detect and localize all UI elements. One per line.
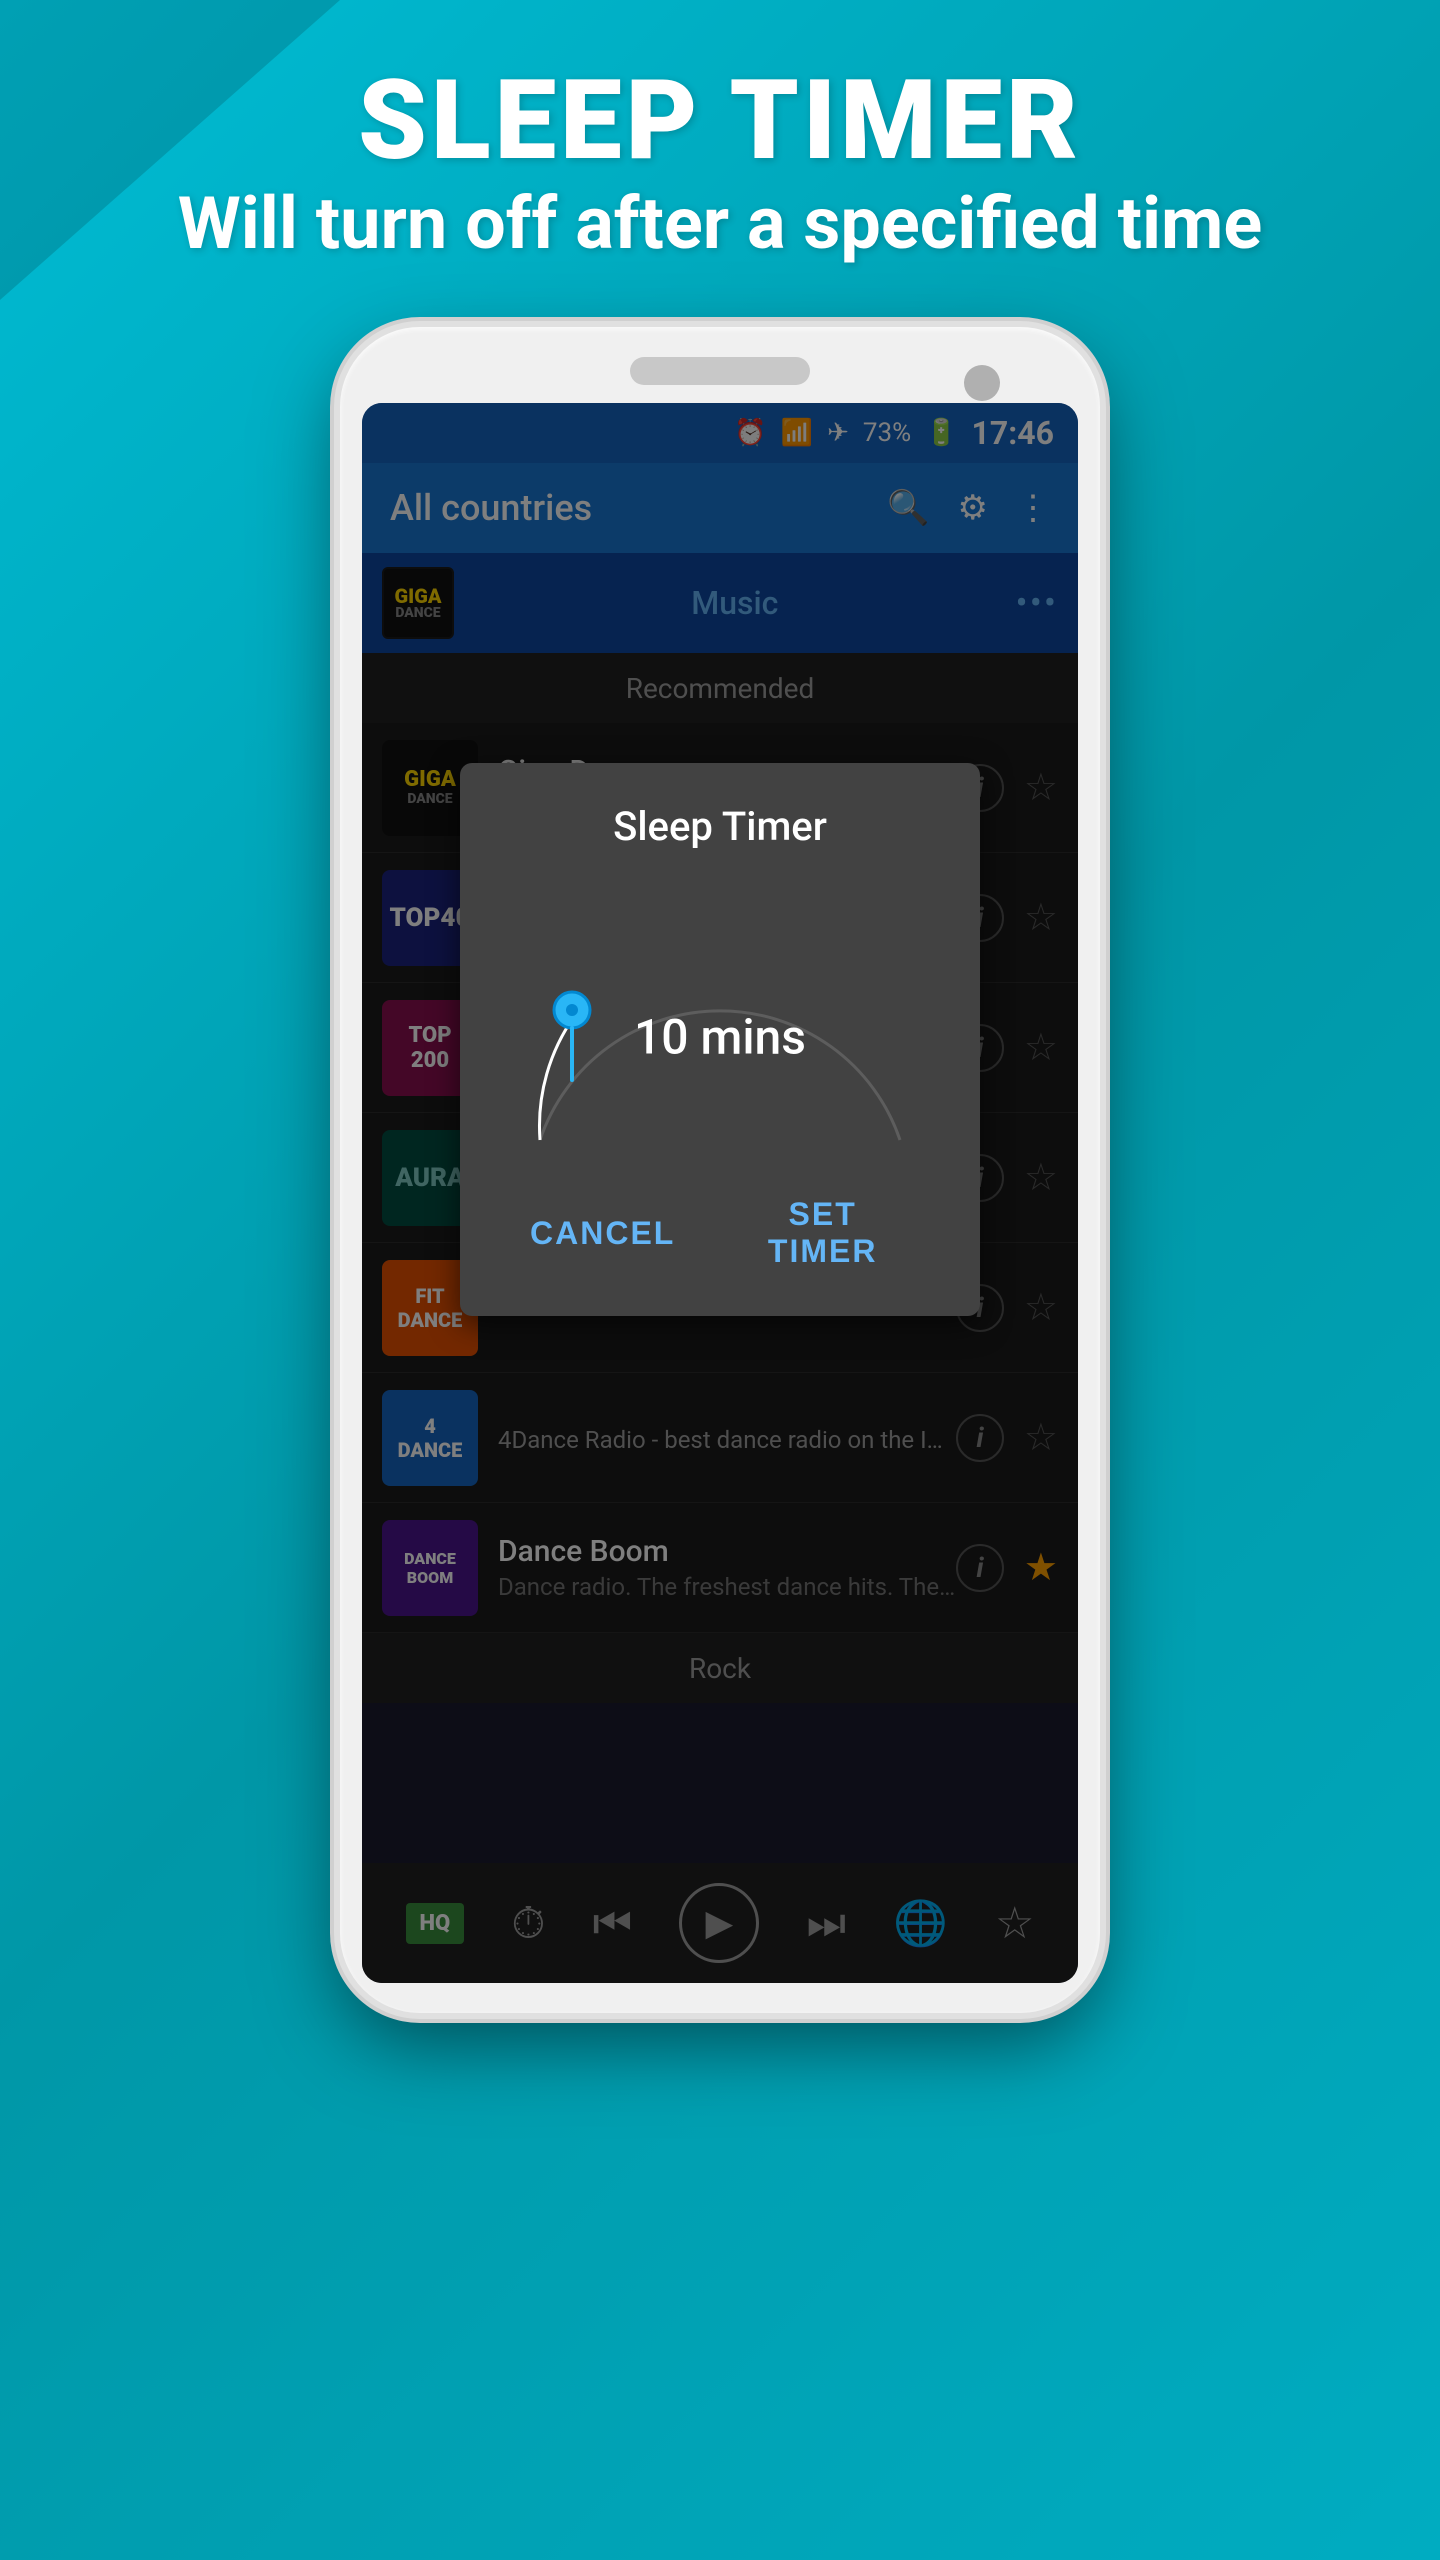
- phone-speaker: [630, 357, 810, 385]
- dialog-title: Sleep Timer: [500, 803, 940, 850]
- dialog-overlay: Sleep Timer: [362, 403, 1078, 1983]
- dial-value: 10 mins: [634, 1009, 806, 1066]
- phone-outer: ⏰ 📶 ✈ 73% 🔋 17:46 All countries 🔍 ⚙ ⋮: [340, 327, 1100, 2013]
- banner-title: SLEEP TIMER: [100, 60, 1340, 181]
- dialog-buttons: CANCEL SET TIMER: [500, 1180, 940, 1286]
- banner: SLEEP TIMER Will turn off after a specif…: [0, 0, 1440, 307]
- phone-screen: ⏰ 📶 ✈ 73% 🔋 17:46 All countries 🔍 ⚙ ⋮: [362, 403, 1078, 1983]
- phone: ⏰ 📶 ✈ 73% 🔋 17:46 All countries 🔍 ⚙ ⋮: [340, 327, 1100, 2013]
- set-timer-button[interactable]: SET TIMER: [705, 1180, 940, 1286]
- cancel-button[interactable]: CANCEL: [500, 1180, 705, 1286]
- banner-subtitle: Will turn off after a specified time: [100, 181, 1340, 267]
- dial-container[interactable]: 10 mins: [500, 880, 940, 1160]
- sleep-timer-dialog: Sleep Timer: [460, 763, 980, 1316]
- phone-camera: [964, 365, 1000, 401]
